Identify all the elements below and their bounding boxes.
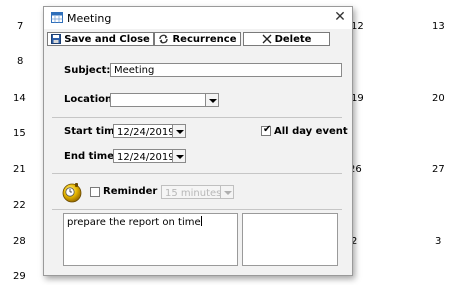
reminder-interval-value: 15 minutes — [165, 188, 222, 199]
reminder-checkbox[interactable] — [90, 187, 100, 197]
separator — [52, 117, 342, 118]
start-time-value: 12/24/2019 — [117, 127, 175, 138]
calendar-day[interactable]: 22 — [13, 200, 26, 211]
calendar-day[interactable]: 8 — [17, 56, 23, 67]
title-bar[interactable]: Meeting ✕ — [44, 7, 352, 29]
toolbar: Save and Close Recurrence Delete — [47, 32, 330, 47]
save-and-close-label: Save and Close — [64, 33, 150, 45]
dialog-title: Meeting — [67, 12, 112, 25]
all-day-label[interactable]: All day event — [274, 126, 348, 137]
reminder-bell-icon — [62, 183, 82, 203]
appointment-dialog: Meeting ✕ Save and Close Recurrence Dele… — [43, 6, 353, 276]
chevron-down-icon[interactable] — [220, 186, 233, 198]
calendar-day[interactable]: 28 — [13, 236, 26, 247]
reminder-interval-combo[interactable]: 15 minutes — [161, 185, 234, 199]
recurrence-label: Recurrence — [172, 33, 237, 45]
calendar-day[interactable]: 14 — [13, 93, 26, 104]
separator — [52, 173, 342, 174]
chevron-down-icon[interactable] — [172, 125, 185, 137]
delete-label: Delete — [274, 33, 312, 45]
calendar-day[interactable]: 13 — [432, 21, 445, 32]
save-icon — [51, 34, 62, 44]
separator — [52, 209, 342, 210]
close-icon: ✕ — [334, 9, 346, 25]
notes-text: prepare the report on time — [67, 217, 201, 228]
calendar-day[interactable]: 3 — [435, 236, 441, 247]
notes-textarea[interactable]: prepare the report on time — [63, 213, 238, 266]
calendar-day[interactable]: 21 — [13, 164, 26, 175]
calendar-day[interactable]: 20 — [432, 93, 445, 104]
calendar-day[interactable]: 7 — [17, 21, 23, 32]
checkmark-icon: ✔ — [263, 124, 272, 135]
delete-icon — [262, 34, 272, 44]
close-button[interactable]: ✕ — [332, 9, 348, 25]
location-label: Location: — [64, 94, 117, 105]
chevron-down-icon[interactable] — [205, 94, 218, 106]
reminder-label[interactable]: Reminder — [103, 186, 157, 197]
end-time-label: End time: — [64, 151, 118, 162]
calendar-day[interactable]: 27 — [432, 164, 445, 175]
end-time-value: 12/24/2019 — [117, 152, 175, 163]
calendar-day[interactable]: 15 — [13, 128, 26, 139]
chevron-down-icon[interactable] — [172, 150, 185, 162]
recurrence-icon — [159, 34, 169, 44]
calendar-day[interactable]: 29 — [13, 271, 26, 282]
delete-button[interactable]: Delete — [243, 32, 330, 46]
attachments-panel[interactable] — [242, 213, 338, 266]
location-combo[interactable] — [110, 93, 219, 107]
recurrence-button[interactable]: Recurrence — [154, 32, 241, 46]
subject-label: Subject: — [64, 65, 111, 76]
save-and-close-button[interactable]: Save and Close — [47, 32, 154, 46]
calendar-icon — [51, 12, 63, 23]
all-day-checkbox[interactable]: ✔ — [261, 124, 272, 136]
start-time-picker[interactable]: 12/24/2019 — [113, 124, 186, 138]
end-time-picker[interactable]: 12/24/2019 — [113, 149, 186, 163]
subject-input[interactable]: Meeting — [110, 63, 342, 77]
text-caret — [200, 216, 202, 226]
